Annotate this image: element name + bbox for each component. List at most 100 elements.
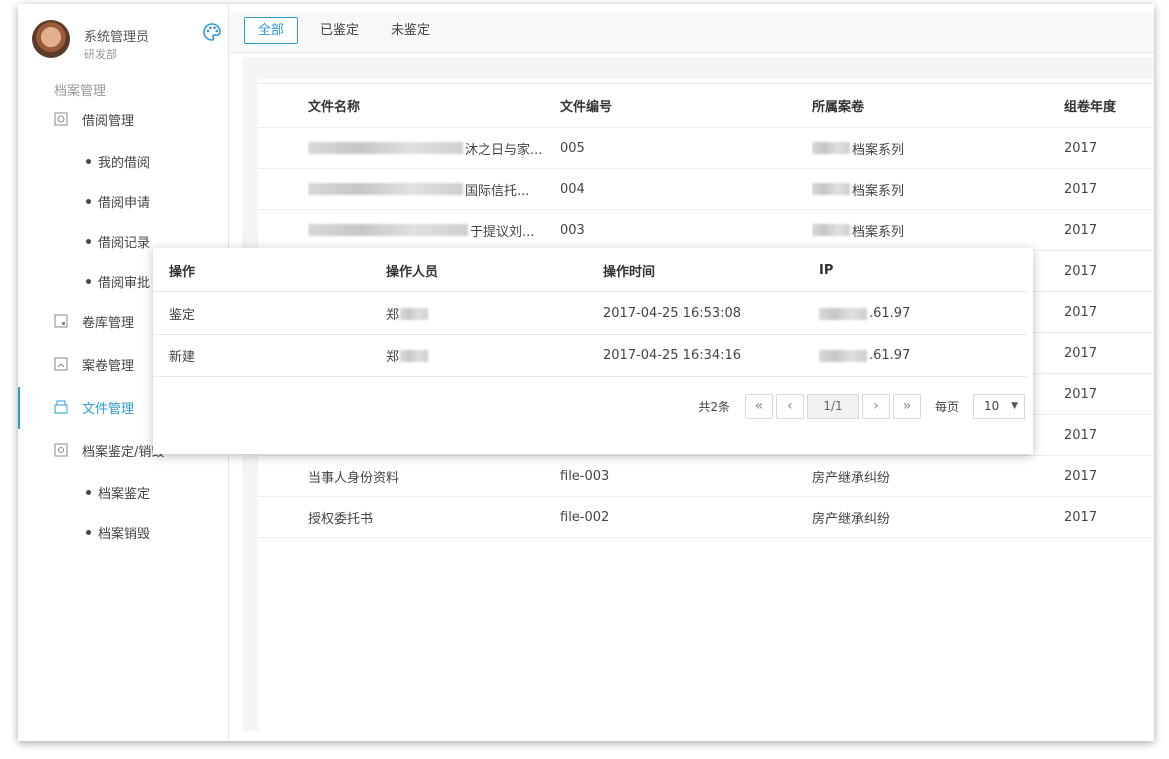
- file-code: 004: [560, 181, 585, 197]
- year: 2017: [1064, 427, 1098, 443]
- file-name-text: 沐之日与家...: [465, 142, 543, 158]
- col-ip: IP: [819, 263, 834, 278]
- file-name-text: 国际信托...: [465, 183, 530, 199]
- popup-header: 操作 操作人员 操作时间 IP: [153, 250, 1027, 292]
- file-code: file-002: [560, 509, 610, 525]
- file-name: 授权委托书: [308, 511, 374, 527]
- sidebar-item-file[interactable]: 文件管理: [54, 396, 134, 418]
- section-title-archive: 档案管理: [54, 84, 107, 99]
- sub-label: 借阅审批: [98, 275, 151, 291]
- pagination: 共2条 « ‹ 1/1 › » 每页 10 ▼: [698, 393, 1025, 419]
- operation: 鉴定: [169, 308, 196, 323]
- first-page-button[interactable]: «: [744, 393, 773, 419]
- bullet-icon: [86, 489, 91, 495]
- year: 2017: [1064, 345, 1098, 361]
- col-file-name[interactable]: 文件名称: [308, 84, 548, 127]
- ip-text: .61.97: [869, 348, 911, 363]
- file-icon: [54, 400, 68, 414]
- sidebar-sub-borrow-apply[interactable]: 借阅申请: [86, 191, 150, 211]
- per-page-select[interactable]: 10 ▼: [973, 393, 1025, 419]
- sidebar-item-label: 借阅管理: [82, 113, 135, 129]
- file-name: 沐之日与家...: [308, 128, 548, 168]
- year: 2017: [1064, 140, 1098, 156]
- redacted-block: [308, 183, 463, 195]
- year: 2017: [1064, 263, 1098, 279]
- next-page-button[interactable]: ›: [861, 393, 890, 419]
- per-page-value: 10: [984, 399, 1000, 413]
- sidebar-item-depot[interactable]: 卷库管理: [54, 310, 134, 332]
- col-year[interactable]: 组卷年度: [1064, 84, 1154, 127]
- active-indicator: [18, 387, 20, 429]
- table-row[interactable]: 于提议刘... 003 档案系列 2017: [258, 210, 1154, 251]
- last-page-button[interactable]: »: [892, 393, 921, 419]
- volume-name: 房产继承纠纷: [812, 511, 891, 527]
- col-operator: 操作人员: [386, 265, 439, 280]
- col-operation-time: 操作时间: [603, 265, 656, 280]
- tab-all[interactable]: 全部: [244, 17, 299, 44]
- file-code: 003: [560, 222, 585, 238]
- avatar[interactable]: [32, 20, 70, 58]
- popup-row[interactable]: 新建 郑 2017-04-25 16:34:16 .61.97: [153, 335, 1027, 377]
- tab-unappraised[interactable]: 未鉴定: [377, 17, 444, 44]
- sidebar-item-borrow[interactable]: 借阅管理: [54, 108, 134, 130]
- volume-name: 档案系列: [812, 210, 1052, 250]
- popup-row[interactable]: 鉴定 郑 2017-04-25 16:53:08 .61.97: [153, 293, 1027, 335]
- file-name: 国际信托...: [308, 169, 548, 209]
- caret-down-icon: ▼: [1011, 401, 1018, 411]
- volume-name: 档案系列: [812, 128, 1052, 168]
- table-row[interactable]: 当事人身份资料 file-003 房产继承纠纷 2017: [258, 456, 1154, 497]
- user-name: 系统管理员: [84, 30, 150, 45]
- redacted-block: [308, 142, 463, 154]
- redacted-block: [400, 307, 429, 320]
- sidebar-item-appraise[interactable]: 档案鉴定/销毁: [54, 439, 164, 461]
- prev-page-button[interactable]: ‹: [775, 393, 804, 419]
- sidebar-sub-borrow-record[interactable]: 借阅记录: [86, 231, 150, 251]
- volume-text: 档案系列: [852, 183, 905, 199]
- operator: 郑: [386, 335, 430, 376]
- sidebar-item-volume[interactable]: 案卷管理: [54, 353, 134, 375]
- redacted-block: [819, 349, 867, 362]
- palette-icon[interactable]: [202, 22, 222, 42]
- file-name-text: 于提议刘...: [470, 224, 535, 240]
- appraise-icon: [54, 443, 68, 457]
- sidebar-sub-appraise[interactable]: 档案鉴定: [86, 482, 150, 502]
- sub-label: 借阅记录: [98, 235, 151, 251]
- year: 2017: [1064, 509, 1098, 525]
- user-dept: 研发部: [84, 48, 117, 61]
- year: 2017: [1064, 181, 1098, 197]
- sidebar-item-label: 文件管理: [82, 401, 135, 417]
- table-row[interactable]: 授权委托书 file-002 房产继承纠纷 2017: [258, 497, 1154, 538]
- sidebar-sub-borrow-approve[interactable]: 借阅审批: [86, 271, 150, 291]
- ip-address: .61.97: [819, 335, 910, 376]
- redacted-block: [812, 224, 850, 236]
- total-count: 共2条: [698, 399, 730, 414]
- bullet-icon: [86, 278, 91, 284]
- redacted-block: [812, 142, 850, 154]
- col-file-code[interactable]: 文件编号: [560, 84, 800, 127]
- ip-text: .61.97: [869, 306, 911, 321]
- ip-address: .61.97: [819, 293, 910, 334]
- file-name: 于提议刘...: [308, 210, 548, 250]
- operation-history-popup: 操作 操作人员 操作时间 IP 鉴定 郑 2017-04-25 16:53:08…: [153, 248, 1033, 454]
- bullet-icon: [86, 198, 91, 204]
- redacted-block: [400, 349, 429, 362]
- operator-text: 郑: [386, 350, 400, 365]
- page-input[interactable]: 1/1: [806, 393, 859, 419]
- sub-label: 我的借阅: [98, 155, 151, 171]
- redacted-block: [819, 307, 867, 320]
- volume-name: 档案系列: [812, 169, 1052, 209]
- redacted-block: [812, 183, 850, 195]
- col-volume[interactable]: 所属案卷: [812, 84, 1052, 127]
- operator-text: 郑: [386, 308, 400, 323]
- tab-appraised[interactable]: 已鉴定: [306, 17, 373, 44]
- bullet-icon: [86, 158, 91, 164]
- sidebar-item-label: 卷库管理: [82, 315, 135, 331]
- table-row[interactable]: 沐之日与家... 005 档案系列 2017: [258, 128, 1154, 169]
- table-row[interactable]: 国际信托... 004 档案系列 2017: [258, 169, 1154, 210]
- operation-time: 2017-04-25 16:53:08: [603, 306, 742, 321]
- year: 2017: [1064, 222, 1098, 238]
- sidebar-sub-my-borrow[interactable]: 我的借阅: [86, 151, 150, 171]
- volume-text: 档案系列: [852, 142, 905, 158]
- sidebar-sub-destroy[interactable]: 档案销毁: [86, 522, 150, 542]
- redacted-block: [308, 224, 468, 236]
